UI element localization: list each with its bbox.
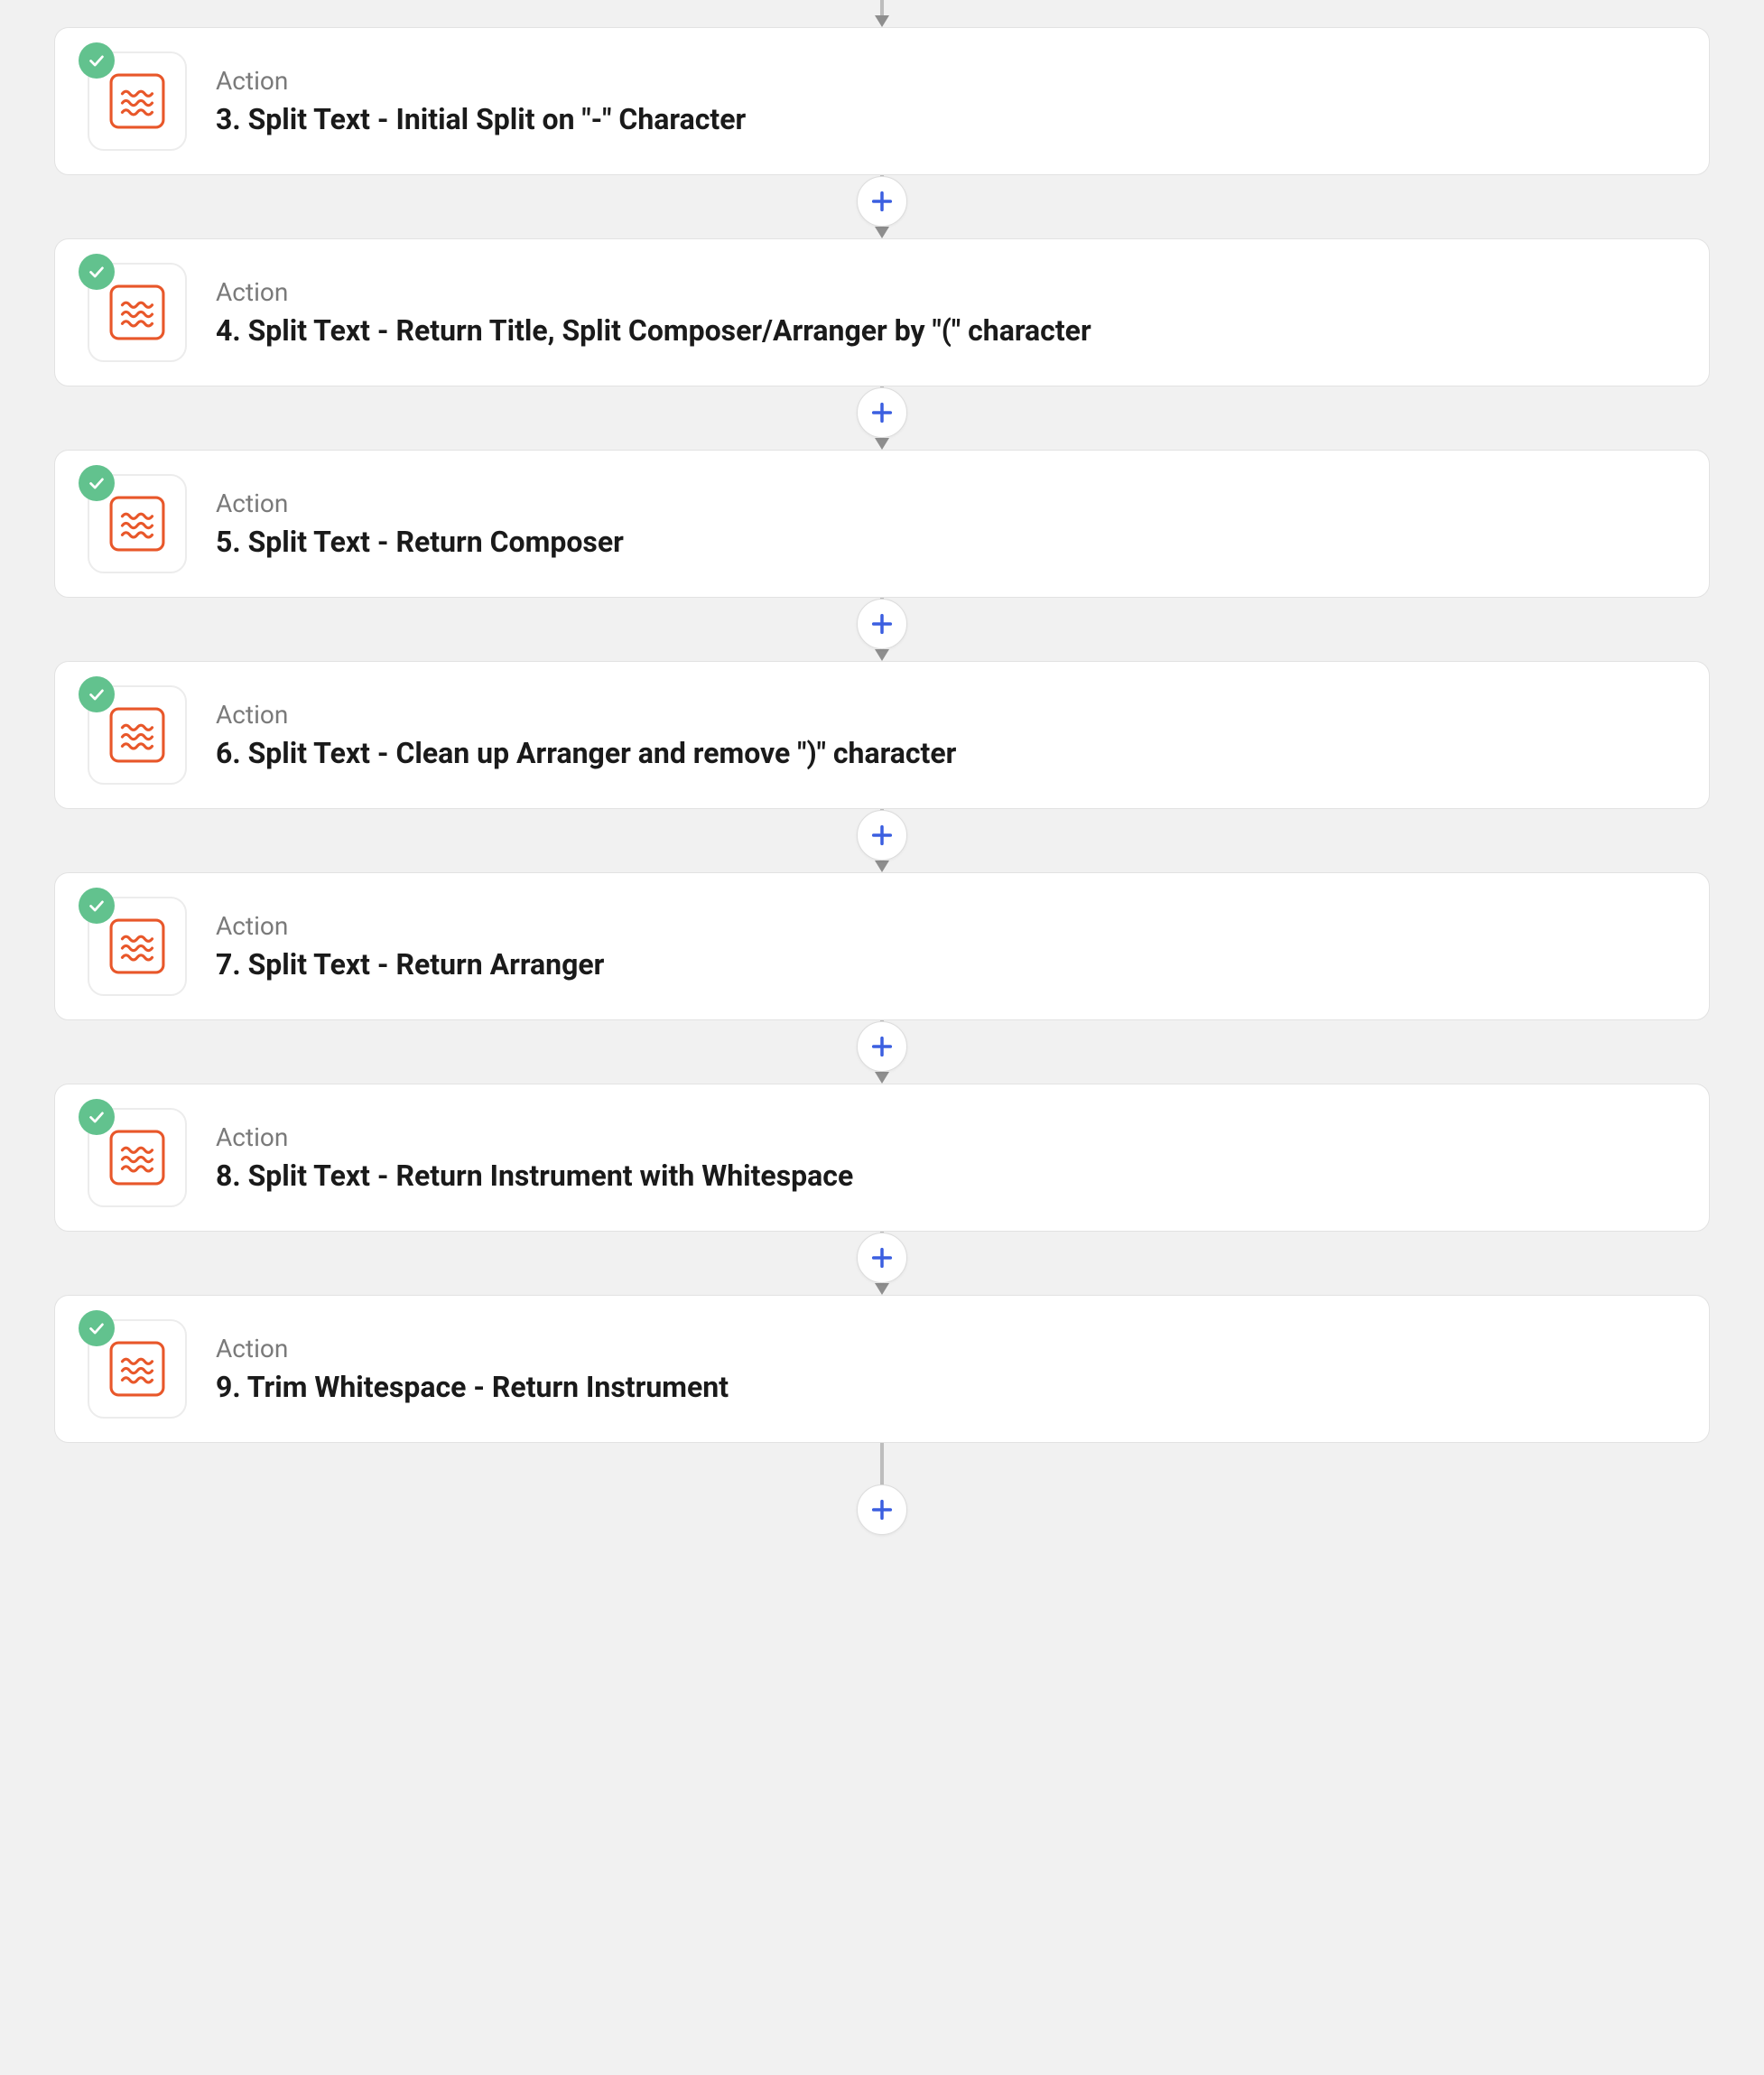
step-text: Action 5. Split Text - Return Composer bbox=[216, 489, 1676, 560]
formatter-icon bbox=[109, 1130, 165, 1186]
arrow-down-icon bbox=[875, 861, 889, 872]
status-check-icon bbox=[79, 1099, 115, 1135]
connector bbox=[864, 0, 900, 27]
add-step-button[interactable] bbox=[857, 176, 907, 227]
step-type-label: Action bbox=[216, 66, 1676, 96]
workflow-step[interactable]: Action 8. Split Text - Return Instrument… bbox=[54, 1084, 1710, 1232]
formatter-icon bbox=[109, 918, 165, 974]
plus-icon bbox=[869, 1034, 895, 1059]
formatter-icon bbox=[109, 73, 165, 129]
arrow-down-icon bbox=[875, 1283, 889, 1295]
step-type-label: Action bbox=[216, 1122, 1676, 1152]
step-text: Action 7. Split Text - Return Arranger bbox=[216, 911, 1676, 982]
connector bbox=[864, 1443, 900, 1488]
step-icon-wrap bbox=[88, 51, 187, 151]
workflow-flow: Action 3. Split Text - Initial Split on … bbox=[54, 0, 1710, 1533]
connector bbox=[864, 809, 900, 872]
arrow-down-icon bbox=[875, 438, 889, 450]
status-check-icon bbox=[79, 465, 115, 501]
formatter-icon bbox=[109, 496, 165, 552]
workflow-step[interactable]: Action 6. Split Text - Clean up Arranger… bbox=[54, 661, 1710, 809]
step-title: 7. Split Text - Return Arranger bbox=[216, 946, 1676, 982]
add-step-button[interactable] bbox=[857, 599, 907, 649]
connector-line bbox=[880, 1443, 884, 1488]
step-type-label: Action bbox=[216, 489, 1676, 518]
step-title: 6. Split Text - Clean up Arranger and re… bbox=[216, 735, 1676, 771]
step-icon-wrap bbox=[88, 474, 187, 573]
step-title: 4. Split Text - Return Title, Split Comp… bbox=[216, 312, 1676, 349]
connector bbox=[864, 598, 900, 661]
step-icon-wrap bbox=[88, 685, 187, 785]
add-step-button[interactable] bbox=[857, 1233, 907, 1283]
status-check-icon bbox=[79, 254, 115, 290]
step-type-label: Action bbox=[216, 277, 1676, 307]
arrow-down-icon bbox=[875, 649, 889, 661]
step-title: 5. Split Text - Return Composer bbox=[216, 524, 1676, 560]
step-title: 3. Split Text - Initial Split on "-" Cha… bbox=[216, 101, 1676, 137]
add-step-button[interactable] bbox=[857, 810, 907, 861]
workflow-step[interactable]: Action 7. Split Text - Return Arranger bbox=[54, 872, 1710, 1020]
step-icon-wrap bbox=[88, 1108, 187, 1207]
status-check-icon bbox=[79, 888, 115, 924]
connector-line bbox=[880, 0, 884, 16]
plus-icon bbox=[869, 1245, 895, 1270]
formatter-icon bbox=[109, 1341, 165, 1397]
step-text: Action 4. Split Text - Return Title, Spl… bbox=[216, 277, 1676, 349]
step-title: 8. Split Text - Return Instrument with W… bbox=[216, 1158, 1676, 1194]
workflow-step[interactable]: Action 5. Split Text - Return Composer bbox=[54, 450, 1710, 598]
step-icon-wrap bbox=[88, 897, 187, 996]
add-step-button[interactable] bbox=[857, 1021, 907, 1072]
add-step-button[interactable] bbox=[857, 387, 907, 438]
workflow-step[interactable]: Action 3. Split Text - Initial Split on … bbox=[54, 27, 1710, 175]
step-type-label: Action bbox=[216, 911, 1676, 941]
step-icon-wrap bbox=[88, 1319, 187, 1419]
formatter-icon bbox=[109, 284, 165, 340]
step-text: Action 8. Split Text - Return Instrument… bbox=[216, 1122, 1676, 1194]
step-title: 9. Trim Whitespace - Return Instrument bbox=[216, 1369, 1676, 1405]
connector bbox=[864, 1232, 900, 1295]
arrow-down-icon bbox=[875, 1072, 889, 1084]
plus-icon bbox=[869, 189, 895, 214]
workflow-step[interactable]: Action 9. Trim Whitespace - Return Instr… bbox=[54, 1295, 1710, 1443]
step-type-label: Action bbox=[216, 700, 1676, 730]
plus-icon bbox=[869, 1497, 895, 1522]
step-type-label: Action bbox=[216, 1334, 1676, 1363]
status-check-icon bbox=[79, 42, 115, 79]
status-check-icon bbox=[79, 676, 115, 712]
plus-icon bbox=[869, 611, 895, 637]
plus-icon bbox=[869, 400, 895, 425]
step-text: Action 3. Split Text - Initial Split on … bbox=[216, 66, 1676, 137]
plus-icon bbox=[869, 823, 895, 848]
step-icon-wrap bbox=[88, 263, 187, 362]
connector bbox=[864, 1020, 900, 1084]
step-text: Action 9. Trim Whitespace - Return Instr… bbox=[216, 1334, 1676, 1405]
arrow-down-icon bbox=[875, 15, 889, 27]
connector bbox=[864, 386, 900, 450]
connector bbox=[864, 175, 900, 238]
add-step-button[interactable] bbox=[857, 1484, 907, 1535]
arrow-down-icon bbox=[875, 227, 889, 238]
formatter-icon bbox=[109, 707, 165, 763]
status-check-icon bbox=[79, 1310, 115, 1346]
workflow-step[interactable]: Action 4. Split Text - Return Title, Spl… bbox=[54, 238, 1710, 386]
step-text: Action 6. Split Text - Clean up Arranger… bbox=[216, 700, 1676, 771]
